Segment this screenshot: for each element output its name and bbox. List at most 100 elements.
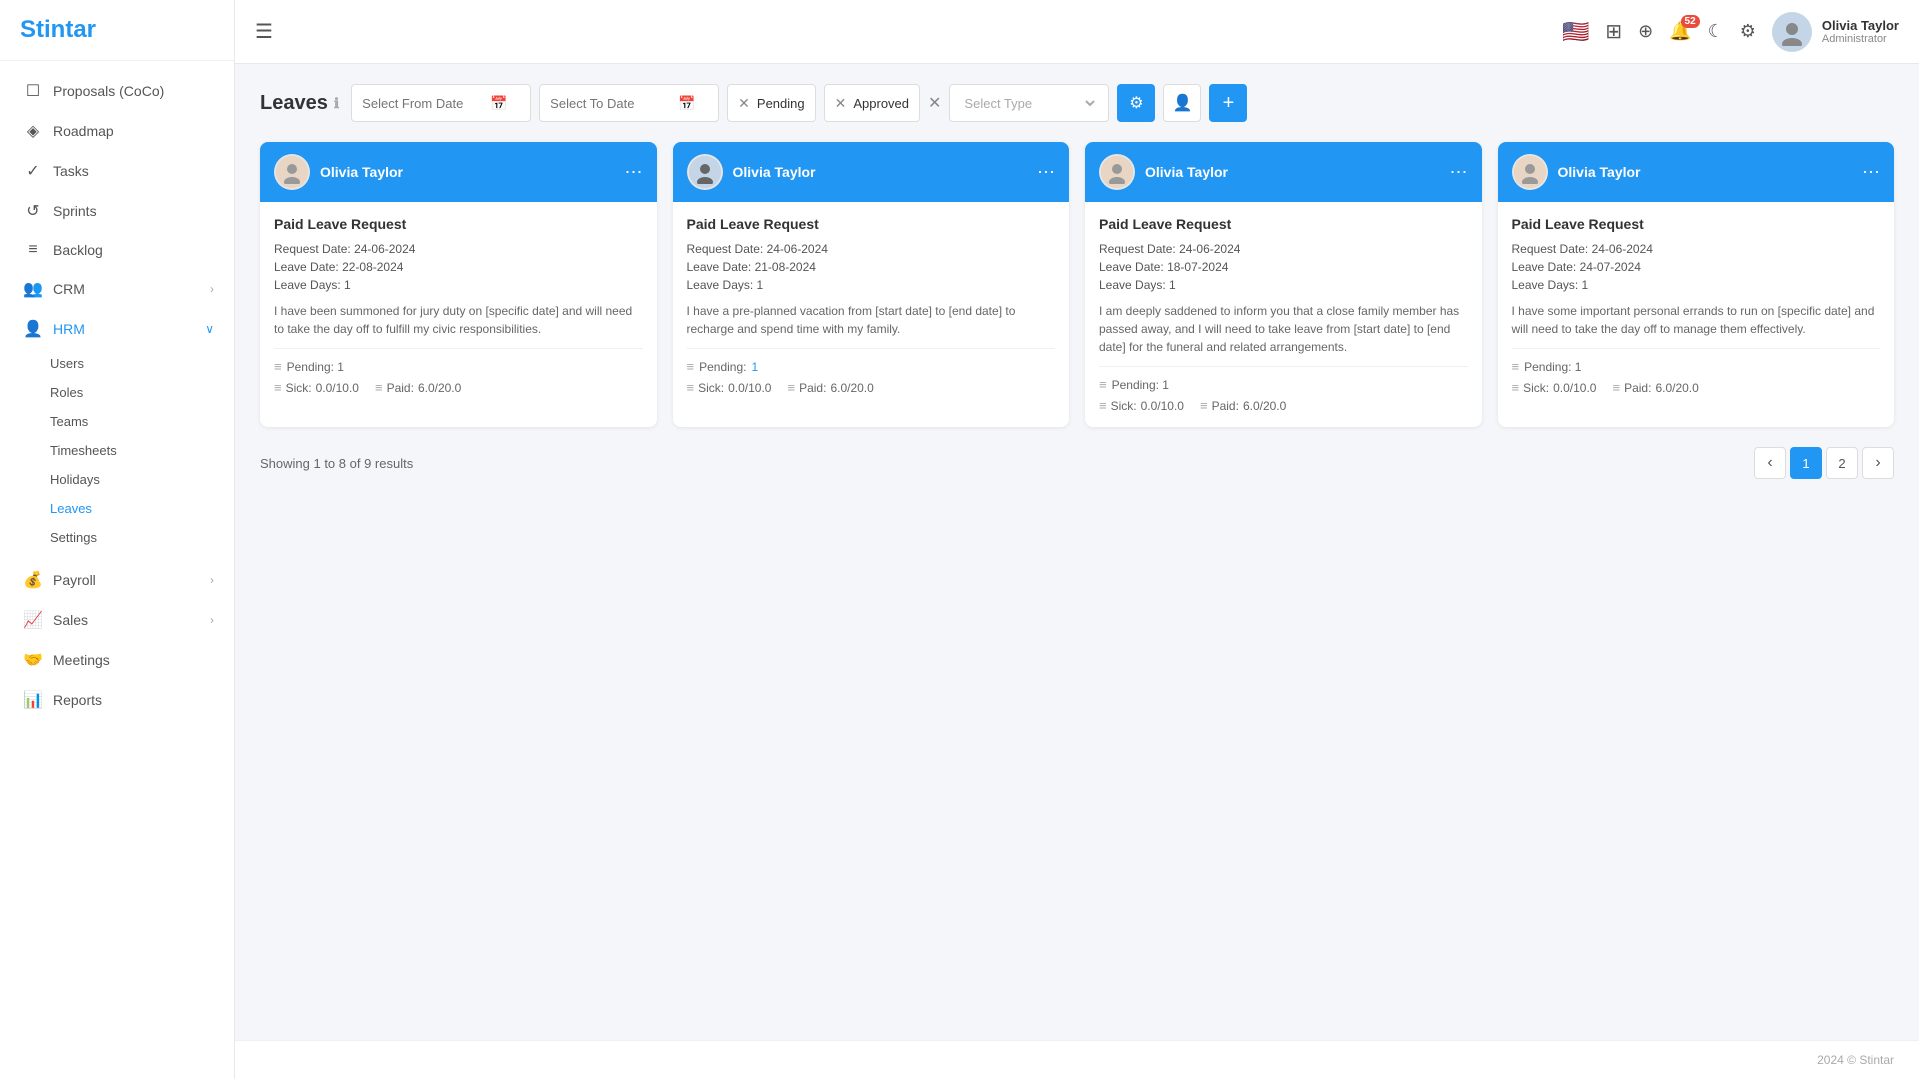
card-status-link[interactable]: 1 [751, 360, 758, 374]
sidebar-item-hrm[interactable]: 👤 HRM ∨ [0, 309, 234, 349]
sidebar-item-sales[interactable]: 📈 Sales › [0, 600, 234, 640]
meetings-icon: 🤝 [23, 650, 43, 670]
card-user-name: Olivia Taylor [1145, 164, 1228, 180]
filter-bar: 📅 📅 ✕ Pending ✕ Approved ✕ [351, 84, 1894, 122]
card-more-icon[interactable]: ⋯ [625, 162, 643, 183]
payroll-icon: 💰 [23, 570, 43, 590]
card-more-icon[interactable]: ⋯ [1037, 162, 1055, 183]
apps-icon[interactable]: ⊞ [1605, 19, 1622, 44]
status-list-icon: ≡ [1099, 377, 1107, 392]
sidebar-item-proposals[interactable]: ☐ Proposals (CoCo) [0, 71, 234, 111]
leave-card: Olivia Taylor ⋯ Paid Leave Request Reque… [673, 142, 1070, 427]
card-leave-date: Leave Date: 18-07-2024 [1099, 260, 1468, 274]
card-type: Paid Leave Request [1099, 216, 1468, 232]
pagination-next-button[interactable]: › [1862, 447, 1894, 479]
sidebar-item-label: Sprints [53, 203, 214, 219]
from-date-input[interactable] [362, 96, 482, 111]
filter-tag-approved[interactable]: ✕ Approved [824, 84, 920, 122]
card-leave-date: Leave Date: 24-07-2024 [1512, 260, 1881, 274]
card-type: Paid Leave Request [687, 216, 1056, 232]
card-avatar [1512, 154, 1548, 190]
card-body: Paid Leave Request Request Date: 24-06-2… [1498, 202, 1895, 409]
sidebar-item-reports[interactable]: 📊 Reports [0, 680, 234, 720]
card-body: Paid Leave Request Request Date: 24-06-2… [260, 202, 657, 409]
card-request-date: Request Date: 24-06-2024 [1512, 242, 1881, 256]
request-date-value: 24-06-2024 [1179, 242, 1240, 256]
to-date-input-wrap[interactable]: 📅 [539, 84, 719, 122]
request-date-value: 24-06-2024 [354, 242, 415, 256]
filter-clear-all-icon[interactable]: ✕ [928, 93, 941, 113]
sidebar-item-meetings[interactable]: 🤝 Meetings [0, 640, 234, 680]
sidebar-item-roadmap[interactable]: ◈ Roadmap [0, 111, 234, 151]
settings-icon[interactable]: ⚙ [1740, 21, 1756, 42]
sidebar-sub-teams[interactable]: Teams [0, 407, 234, 436]
card-more-icon[interactable]: ⋯ [1862, 162, 1880, 183]
leave-date-value: 18-07-2024 [1167, 260, 1228, 274]
sidebar-sub-timesheets[interactable]: Timesheets [0, 436, 234, 465]
sidebar-item-label: Meetings [53, 652, 214, 668]
paid-value: 6.0/20.0 [1655, 381, 1698, 395]
leave-card: Olivia Taylor ⋯ Paid Leave Request Reque… [260, 142, 657, 427]
card-avatar-image [689, 156, 721, 188]
type-select[interactable]: Select Type [960, 95, 1098, 112]
tasks-icon: ✓ [23, 161, 43, 181]
card-description: I have been summoned for jury duty on [s… [274, 302, 643, 338]
filter-tag-pending-close-icon[interactable]: ✕ [738, 95, 750, 112]
pagination-page-2-button[interactable]: 2 [1826, 447, 1858, 479]
logo-text: Stintar [20, 16, 214, 44]
sidebar-item-tasks[interactable]: ✓ Tasks [0, 151, 234, 191]
sales-arrow-icon: › [210, 613, 214, 627]
sidebar-nav: ☐ Proposals (CoCo) ◈ Roadmap ✓ Tasks ↺ S… [0, 61, 234, 1079]
filter-settings-button[interactable]: ⚙ [1117, 84, 1155, 122]
paid-label: Paid: [799, 381, 826, 395]
main-content: Leaves ℹ 📅 📅 ✕ Pending [235, 64, 1919, 1040]
type-select-wrap[interactable]: Select Type [949, 84, 1109, 122]
card-header-left: Olivia Taylor [1512, 154, 1641, 190]
share-button[interactable]: 👤 [1163, 84, 1201, 122]
sidebar-sub-holidays[interactable]: Holidays [0, 465, 234, 494]
card-more-icon[interactable]: ⋯ [1450, 162, 1468, 183]
add-leave-button[interactable]: + [1209, 84, 1247, 122]
paid-label: Paid: [1624, 381, 1651, 395]
leaves-info-icon[interactable]: ℹ [334, 95, 339, 112]
grid-cross-icon[interactable]: ⊕ [1638, 21, 1653, 42]
sidebar-sub-roles[interactable]: Roles [0, 378, 234, 407]
to-date-calendar-icon[interactable]: 📅 [678, 95, 695, 112]
card-sick-stat: ≡ Sick: 0.0/10.0 [1512, 380, 1597, 395]
filter-tag-pending[interactable]: ✕ Pending [727, 84, 815, 122]
theme-icon[interactable]: ☾ [1708, 21, 1724, 42]
from-date-input-wrap[interactable]: 📅 [351, 84, 531, 122]
sidebar-sub-settings[interactable]: Settings [0, 523, 234, 552]
sidebar-sub-leaves[interactable]: Leaves [0, 494, 234, 523]
sidebar-item-crm[interactable]: 👥 CRM › [0, 269, 234, 309]
card-header-left: Olivia Taylor [1099, 154, 1228, 190]
card-request-date: Request Date: 24-06-2024 [687, 242, 1056, 256]
from-date-calendar-icon[interactable]: 📅 [490, 95, 507, 112]
card-divider [687, 348, 1056, 349]
user-info[interactable]: Olivia Taylor Administrator [1772, 12, 1899, 52]
notification-icon[interactable]: 🔔 52 [1669, 21, 1691, 42]
to-date-input[interactable] [550, 96, 670, 111]
paid-list-icon: ≡ [1612, 380, 1620, 395]
sick-label: Sick: [698, 381, 724, 395]
card-leave-days: Leave Days: 1 [687, 278, 1056, 292]
hamburger-icon[interactable]: ☰ [255, 19, 273, 44]
leaves-title: Leaves ℹ [260, 92, 339, 115]
payroll-arrow-icon: › [210, 573, 214, 587]
sidebar-sub-users[interactable]: Users [0, 349, 234, 378]
card-request-date: Request Date: 24-06-2024 [274, 242, 643, 256]
sidebar-item-payroll[interactable]: 💰 Payroll › [0, 560, 234, 600]
filter-tag-approved-close-icon[interactable]: ✕ [835, 95, 847, 112]
pagination-prev-button[interactable]: ‹ [1754, 447, 1786, 479]
leave-days-label: Leave Days: [1099, 278, 1166, 292]
pagination-page-1-button[interactable]: 1 [1790, 447, 1822, 479]
card-avatar-image [1514, 156, 1546, 188]
header-right: 🇺🇸 ⊞ ⊕ 🔔 52 ☾ ⚙ O [1562, 12, 1899, 52]
paid-list-icon: ≡ [787, 380, 795, 395]
sidebar-item-backlog[interactable]: ≡ Backlog [0, 231, 234, 269]
sidebar-item-label: Proposals (CoCo) [53, 83, 214, 99]
language-flag[interactable]: 🇺🇸 [1562, 19, 1589, 45]
sidebar-item-sprints[interactable]: ↺ Sprints [0, 191, 234, 231]
card-stats-row: ≡ Sick: 0.0/10.0 ≡ Paid: 6.0/20.0 [274, 380, 643, 395]
crm-icon: 👥 [23, 279, 43, 299]
